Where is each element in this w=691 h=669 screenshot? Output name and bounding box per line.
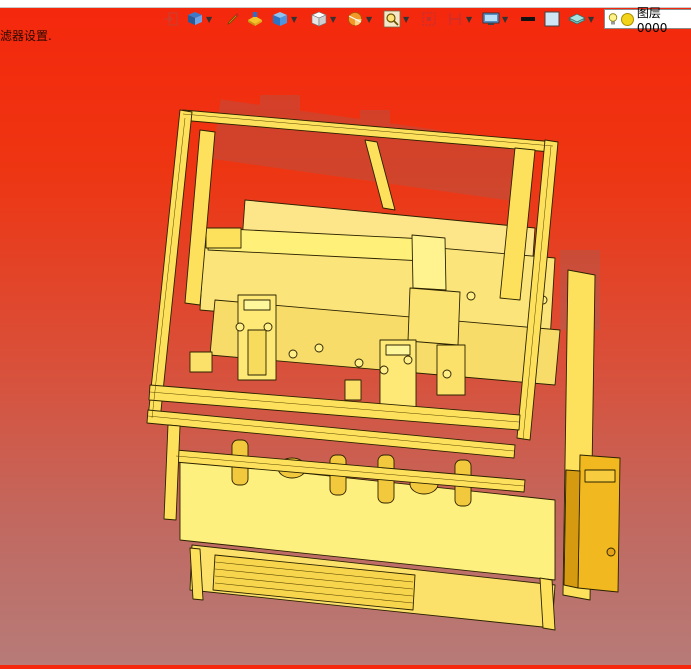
zoom-button[interactable]: ▼ [383,8,409,30]
window-top-strip [0,0,691,8]
snap-button[interactable] [420,8,438,30]
distance-button[interactable]: ▼ [446,8,472,30]
display-button[interactable]: ▼ [482,8,508,30]
chevron-down-icon[interactable]: ▼ [403,15,409,24]
section-button[interactable]: ▼ [346,8,372,30]
display-icon [482,10,500,28]
chevron-down-icon[interactable]: ▼ [366,15,372,24]
chevron-down-icon[interactable]: ▼ [502,15,508,24]
line-icon [519,10,537,28]
line-button[interactable] [519,8,537,30]
lightbulb-icon [608,13,618,25]
color-button[interactable] [543,8,561,30]
chevron-down-icon[interactable]: ▼ [588,15,594,24]
box-button[interactable]: ▼ [271,8,297,30]
3d-viewport[interactable] [0,30,691,665]
chevron-down-icon[interactable]: ▼ [206,15,212,24]
layer-state-icon [621,12,634,26]
view-icon [186,10,204,28]
cube-button[interactable]: ▼ [310,8,336,30]
zoom-icon [383,10,401,28]
snap-icon [420,10,438,28]
paint-button[interactable] [246,8,264,30]
paint-icon [246,10,264,28]
layer-visibility-button[interactable]: ▼ [568,8,594,30]
pen-button[interactable] [224,8,242,30]
layer-selector[interactable]: 图层0000 [604,6,691,35]
chevron-down-icon[interactable]: ▼ [330,15,336,24]
chevron-down-icon[interactable]: ▼ [291,15,297,24]
exit-icon [162,10,180,28]
chevron-down-icon[interactable]: ▼ [466,15,472,24]
view-button[interactable]: ▼ [186,8,212,30]
layer-visibility-icon [568,10,586,28]
distance-icon [446,10,464,28]
model-drawing [146,95,621,631]
pen-icon [224,10,242,28]
box-icon [271,10,289,28]
cube-icon [310,10,328,28]
exit-button[interactable] [162,8,180,30]
section-icon [346,10,364,28]
color-icon [543,10,561,28]
